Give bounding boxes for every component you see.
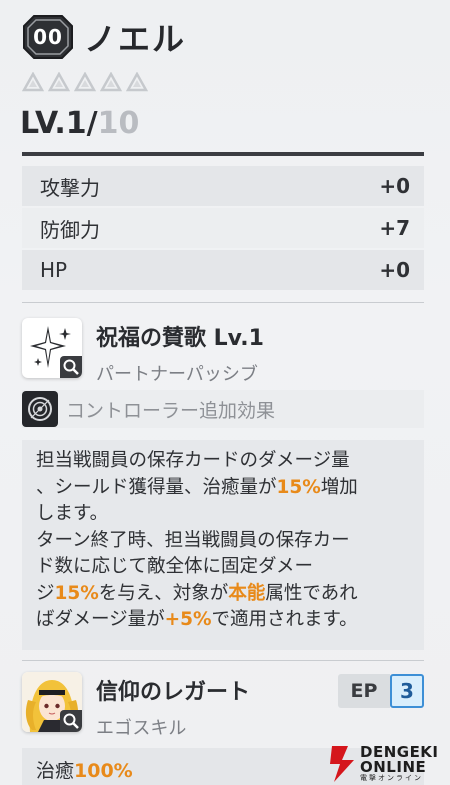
star-icon	[74, 72, 96, 92]
ep-label: EP	[338, 674, 390, 708]
stat-row-defense: 防御力 +7	[22, 208, 424, 248]
controller-icon	[22, 391, 58, 427]
divider	[22, 152, 424, 156]
controller-effect-row: コントローラー追加効果	[22, 390, 424, 428]
watermark-line2: ONLINE	[360, 758, 427, 776]
desc-part: で適用されます。	[211, 609, 358, 630]
stat-label: 攻撃力	[40, 175, 100, 200]
desc-highlight: 本能	[228, 582, 266, 604]
stat-value: +0	[379, 174, 410, 198]
stat-value: +0	[379, 258, 410, 282]
skill-text: 信仰のレガート エゴスキル	[96, 672, 250, 740]
level-display: LV.1/10	[20, 106, 139, 141]
star-rating	[22, 72, 148, 92]
stat-label: HP	[40, 258, 68, 282]
description-text: 担当戦闘員の保存カードのダメージ量 、シールド獲得量、治癒量が15%増加 します…	[36, 448, 414, 634]
ep-cost: EP 3	[338, 674, 424, 708]
heal-label: 治癒	[36, 760, 75, 782]
level-current: LV.1/	[20, 106, 98, 141]
character-name: ノエル	[84, 20, 187, 58]
desc-part: を与え、対象が	[98, 582, 229, 604]
skill-title: 信仰のレガート	[96, 680, 251, 705]
stat-value: +7	[379, 216, 410, 240]
watermark-text: DENGEKI ONLINE 電撃オンライン	[360, 745, 439, 782]
stats-table: 攻撃力 +0 防御力 +7 HP +0	[22, 166, 424, 292]
header: 00 ノエル	[22, 14, 186, 60]
watermark-line3: 電撃オンライン	[360, 774, 423, 782]
skill-passive[interactable]: 祝福の賛歌 Lv.1 パートナーパッシブ	[22, 318, 424, 386]
level-max: 10	[97, 106, 140, 141]
ep-value: 3	[390, 674, 424, 708]
heal-value: 100%	[74, 760, 133, 782]
stat-row-hp: HP +0	[22, 250, 424, 290]
controller-label: コントローラー追加効果	[66, 399, 276, 422]
skill-text: 祝福の賛歌 Lv.1 パートナーパッシブ	[96, 318, 264, 386]
desc-highlight: 15%	[54, 582, 99, 604]
divider	[22, 660, 424, 661]
skill-subtitle: パートナーパッシブ	[96, 364, 258, 385]
skill-subtitle: エゴスキル	[96, 718, 187, 739]
stat-label: 防御力	[40, 217, 100, 242]
sparkle-icon[interactable]	[22, 318, 82, 378]
character-portrait-icon[interactable]	[22, 672, 82, 732]
magnifier-icon[interactable]	[60, 356, 82, 378]
star-icon	[22, 72, 44, 92]
desc-highlight: 15%	[276, 476, 321, 498]
card-detail-page: 00 ノエル LV.1/10 攻撃力 +0 防御力 +7 HP +0 祝福の賛歌…	[0, 0, 450, 785]
magnifier-icon[interactable]	[60, 710, 82, 732]
divider	[22, 302, 424, 303]
stat-row-attack: 攻撃力 +0	[22, 166, 424, 206]
star-icon	[48, 72, 70, 92]
lightning-logo-icon	[328, 744, 358, 784]
watermark: DENGEKI ONLINE 電撃オンライン	[328, 742, 450, 785]
rank-text: 00	[33, 25, 63, 49]
desc-highlight: +5%	[164, 609, 212, 630]
star-icon	[126, 72, 148, 92]
star-icon	[100, 72, 122, 92]
skill-description: 担当戦闘員の保存カードのダメージ量 、シールド獲得量、治癒量が15%増加 します…	[22, 440, 424, 650]
rank-badge: 00	[22, 14, 74, 60]
skill-title: 祝福の賛歌 Lv.1	[96, 326, 264, 351]
